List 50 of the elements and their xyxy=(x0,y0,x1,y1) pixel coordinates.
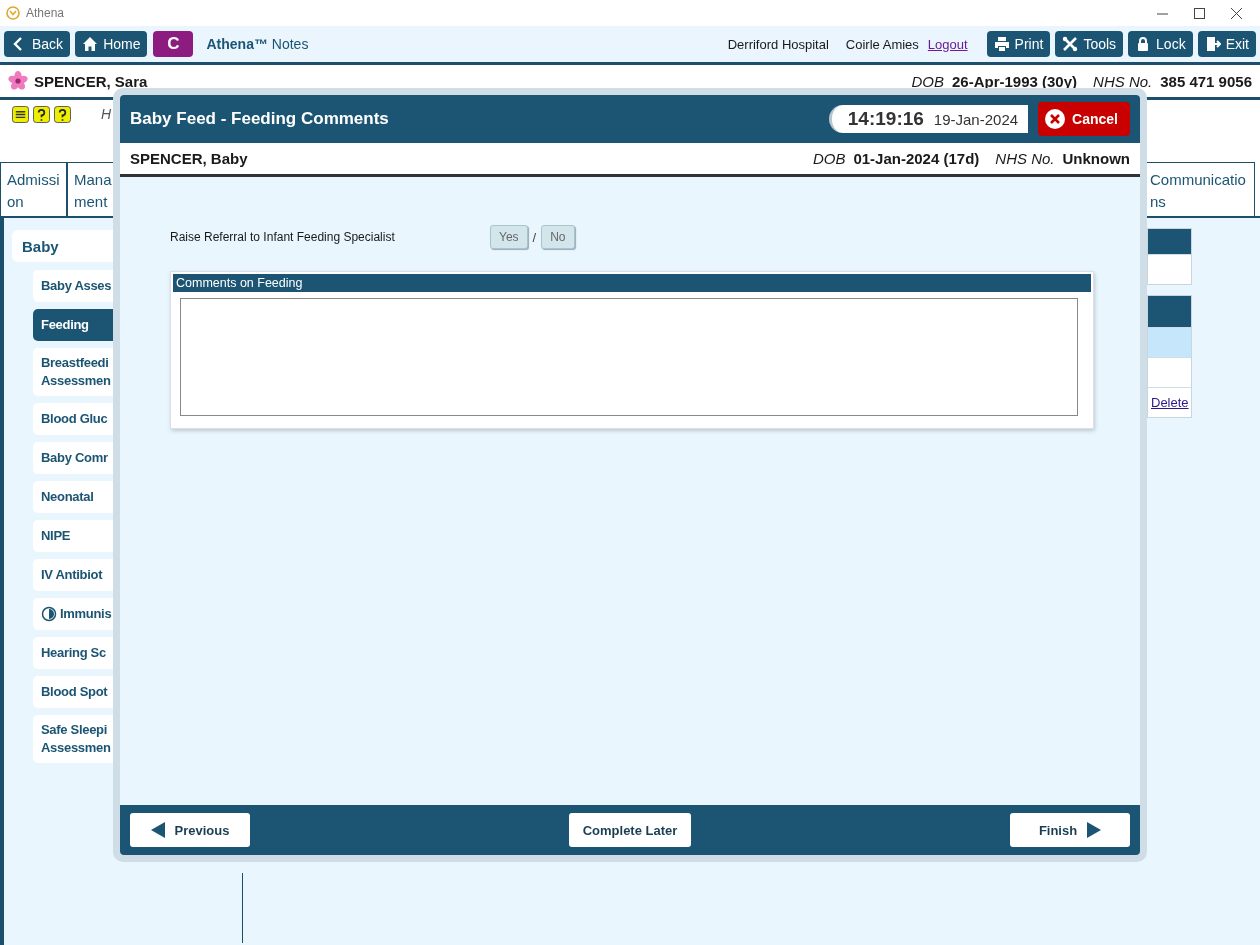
tools-button[interactable]: Tools xyxy=(1055,31,1124,57)
exit-button[interactable]: Exit xyxy=(1197,31,1256,57)
close-icon xyxy=(1044,108,1067,130)
app-name: Athena™ Notes xyxy=(206,36,309,52)
dob-label: DOB xyxy=(812,150,846,167)
back-button[interactable]: Back xyxy=(4,31,71,57)
question-icon[interactable] xyxy=(33,106,50,123)
print-button[interactable]: Print xyxy=(986,31,1051,57)
separator: / xyxy=(532,229,537,245)
flower-icon xyxy=(8,71,28,91)
nhs-number: Unknown xyxy=(1062,150,1130,167)
dialog-title: Baby Feed - Feeding Comments xyxy=(130,109,389,129)
nhs-label: NHS No. xyxy=(995,150,1055,167)
finish-button[interactable]: Finish xyxy=(1010,813,1130,847)
question-label: Raise Referral to Infant Feeding Specialist xyxy=(170,230,396,244)
exit-icon xyxy=(1204,36,1221,52)
panel-title: Comments on Feeding xyxy=(173,274,1091,292)
table-header xyxy=(1148,296,1191,327)
option-button[interactable]: Yes xyxy=(490,225,528,249)
home-icon xyxy=(82,36,99,52)
lock-button[interactable]: Lock xyxy=(1128,31,1193,57)
close-icon[interactable] xyxy=(1231,7,1242,19)
comments-field[interactable] xyxy=(180,298,1078,416)
tab[interactable]: Admission xyxy=(0,162,67,216)
user-name: Coirle Amies xyxy=(845,36,919,52)
question-icon[interactable] xyxy=(54,106,71,123)
logout-link[interactable]: Logout xyxy=(927,36,968,52)
option-button[interactable]: No xyxy=(541,225,575,249)
window-title: Athena xyxy=(26,6,65,20)
alert-icon[interactable] xyxy=(12,106,29,123)
dob-label: DOB xyxy=(911,72,944,90)
cancel-button[interactable]: Cancel xyxy=(1038,102,1130,136)
complete-later-button[interactable]: Complete Later xyxy=(568,813,692,847)
tools-icon xyxy=(1062,36,1079,52)
triangle-right-icon xyxy=(1087,822,1102,838)
triangle-left-icon xyxy=(150,822,165,838)
clock-display: 14:19:16 19-Jan-2024 xyxy=(828,105,1029,133)
table-header xyxy=(1148,229,1191,254)
header-text: H xyxy=(101,106,112,122)
app-logo-icon xyxy=(6,6,20,20)
app-badge: C xyxy=(153,31,194,57)
home-button[interactable]: Home xyxy=(75,31,148,57)
nhs-label: NHS No. xyxy=(1093,72,1153,90)
nhs-number: 385 471 9056 xyxy=(1160,72,1252,90)
hospital-name: Derriford Hospital xyxy=(727,36,829,52)
maximize-icon[interactable] xyxy=(1194,7,1205,19)
patient-name: SPENCER, Sara xyxy=(34,72,148,90)
printer-icon xyxy=(993,36,1010,52)
dob-value: 01-Jan-2024 (17d) xyxy=(853,150,980,167)
previous-button[interactable]: Previous xyxy=(130,813,250,847)
